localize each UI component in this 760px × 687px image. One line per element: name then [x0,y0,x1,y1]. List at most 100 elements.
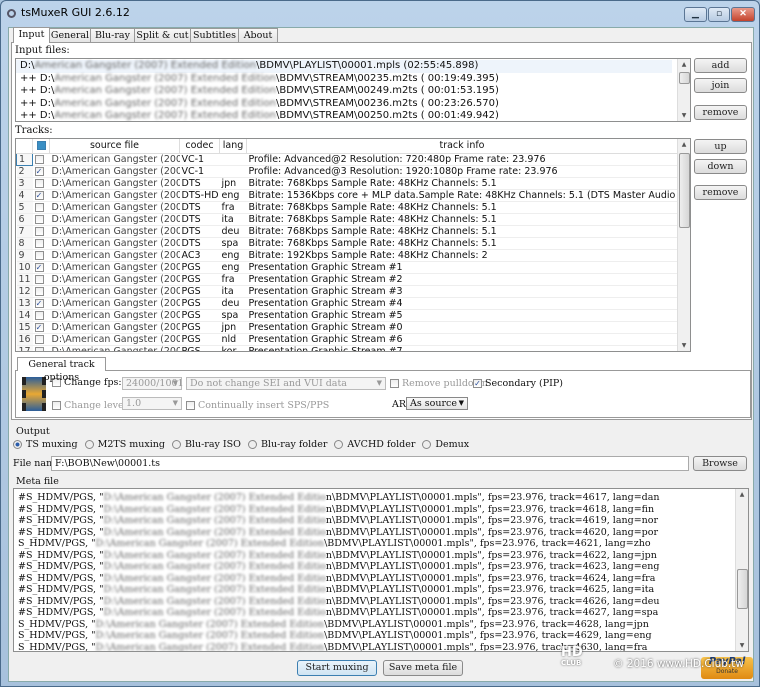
lang-header[interactable]: lang [219,139,247,154]
browse-button[interactable]: Browse [693,456,747,471]
tracks-table[interactable]: source file codec lang track info 1 D:\A… [15,138,691,352]
input-files-scrollbar[interactable]: ▲ ▼ [677,59,690,121]
track-lang: deu [219,225,247,238]
file-name-input[interactable]: F:\BOB\New\00001.ts [51,456,689,471]
output-mode-radio[interactable]: TS muxing [13,439,78,450]
track-row[interactable]: 4 ✓ D:\American Gangster (200... DTS-HD … [16,189,678,202]
track-row[interactable]: 13 ✓ D:\American Gangster (200... PGS de… [16,297,678,310]
track-checkbox[interactable] [32,153,50,166]
secondary-pip-checkbox[interactable]: ✓ Secondary (PIP) [473,378,563,389]
track-checkbox[interactable] [32,309,50,322]
scroll-up-icon[interactable]: ▲ [678,141,690,148]
scroll-thumb[interactable] [737,569,748,609]
output-mode-radio[interactable]: Demux [422,439,469,450]
scroll-down-icon[interactable]: ▼ [678,342,690,349]
track-checkbox[interactable]: ✓ [32,165,50,178]
track-row[interactable]: 2 ✓ D:\American Gangster (200... VC-1 Pr… [16,165,678,178]
add-button[interactable]: add [694,58,747,73]
track-info-header[interactable]: track info [246,139,678,154]
tab-split-cut[interactable]: Split & cut [134,28,191,43]
track-checkbox[interactable]: ✓ [32,189,50,202]
output-mode-radio[interactable]: M2TS muxing [84,439,165,450]
track-checkbox[interactable] [32,285,50,298]
track-checkbox[interactable] [32,345,50,351]
tab-subtitles[interactable]: Subtitles [190,28,239,43]
input-file-item[interactable]: ++ D:\American Gangster (2007) Extended … [20,73,499,86]
close-button[interactable]: ✕ [731,7,755,22]
scroll-thumb[interactable] [679,153,690,228]
source-file-header[interactable]: source file [49,139,180,154]
scroll-thumb[interactable] [679,72,690,84]
start-muxing-button[interactable]: Start muxing [297,660,377,676]
track-codec: PGS [179,273,220,286]
tracks-scrollbar[interactable]: ▲ ▼ [677,139,690,351]
track-source-file: D:\American Gangster (200... [49,333,180,346]
track-lang: ita [219,285,247,298]
title-bar[interactable]: tsMuxeR GUI 2.6.12 ▁ ▫ ✕ [1,1,759,27]
track-number: 10 [16,261,33,274]
track-info: Bitrate: 1536Kbps core + MLP data.Sample… [246,189,678,202]
meta-line: #S_HDMV/PGS, "D:\American Gangster (2007… [18,549,657,561]
track-row[interactable]: 3 D:\American Gangster (200... DTS jpn B… [16,177,678,190]
save-meta-file-button[interactable]: Save meta file [383,660,463,676]
general-track-options-tab[interactable]: General track options [17,357,106,383]
track-checkbox[interactable] [32,225,50,238]
track-lang [219,165,247,178]
track-row[interactable]: 15 ✓ D:\American Gangster (200... PGS jp… [16,321,678,334]
track-codec: DTS [179,213,220,226]
track-checkbox[interactable] [32,201,50,214]
track-checkbox[interactable] [32,273,50,286]
up-button[interactable]: up [694,139,747,154]
track-row[interactable]: 14 D:\American Gangster (200... PGS spa … [16,309,678,322]
remove-track-button[interactable]: remove [694,185,747,200]
minimize-button[interactable]: ▁ [684,7,707,22]
tab-general[interactable]: General [49,28,91,43]
ar-select[interactable]: As source ▼ [406,397,468,410]
track-row[interactable]: 16 D:\American Gangster (200... PGS nld … [16,333,678,346]
input-file-item[interactable]: ++ D:\American Gangster (2007) Extended … [20,98,499,111]
row-number-header [16,139,33,154]
tab-blu-ray[interactable]: Blu-ray [90,28,135,43]
track-row[interactable]: 7 D:\American Gangster (200... DTS deu B… [16,225,678,238]
scroll-down-icon[interactable]: ▼ [678,112,690,119]
track-row[interactable]: 11 D:\American Gangster (200... PGS fra … [16,273,678,286]
input-file-item[interactable]: D:\American Gangster (2007) Extended Edi… [16,60,672,73]
output-mode-radio[interactable]: Blu-ray folder [247,439,327,450]
input-files-list[interactable]: D:\American Gangster (2007) Extended Edi… [15,58,691,122]
select-all-checkbox[interactable] [32,139,50,154]
track-row[interactable]: 17 D:\American Gangster (200... PGS kor … [16,345,678,351]
join-button[interactable]: join [694,78,747,93]
track-number: 8 [16,237,33,250]
track-row[interactable]: 1 D:\American Gangster (200... VC-1 Prof… [16,152,678,166]
output-mode-radio[interactable]: AVCHD folder [334,439,415,450]
scroll-up-icon[interactable]: ▲ [736,491,748,498]
down-button[interactable]: down [694,159,747,174]
track-checkbox[interactable] [32,333,50,346]
tab-input[interactable]: Input [13,27,50,43]
track-row[interactable]: 9 D:\American Gangster (200... AC3 eng B… [16,249,678,262]
track-row[interactable]: 10 ✓ D:\American Gangster (200... PGS en… [16,261,678,274]
track-row[interactable]: 12 D:\American Gangster (200... PGS ita … [16,285,678,298]
scroll-up-icon[interactable]: ▲ [678,61,690,68]
meta-line: S_HDMV/PGS, "D:\American Gangster (2007)… [18,630,652,641]
track-row[interactable]: 5 D:\American Gangster (200... DTS fra B… [16,201,678,214]
maximize-button[interactable]: ▫ [708,7,730,22]
meta-file-textarea[interactable]: #S_HDMV/PGS, "D:\American Gangster (2007… [13,488,749,652]
tab-about[interactable]: About [238,28,278,43]
output-mode-radio[interactable]: Blu-ray ISO [171,439,241,450]
meta-scrollbar[interactable]: ▲ ▼ [735,489,748,651]
track-checkbox[interactable]: ✓ [32,321,50,334]
scroll-down-icon[interactable]: ▼ [736,642,748,649]
track-checkbox[interactable] [32,249,50,262]
track-checkbox[interactable]: ✓ [32,261,50,274]
remove-file-button[interactable]: remove [694,105,747,120]
track-row[interactable]: 6 D:\American Gangster (200... DTS ita B… [16,213,678,226]
input-file-item[interactable]: ++ D:\American Gangster (2007) Extended … [20,110,499,121]
track-checkbox[interactable]: ✓ [32,297,50,310]
track-checkbox[interactable] [32,177,50,190]
track-row[interactable]: 8 D:\American Gangster (200... DTS spa B… [16,237,678,250]
track-checkbox[interactable] [32,213,50,226]
input-file-item[interactable]: ++ D:\American Gangster (2007) Extended … [20,85,499,98]
codec-header[interactable]: codec [179,139,220,154]
track-checkbox[interactable] [32,237,50,250]
